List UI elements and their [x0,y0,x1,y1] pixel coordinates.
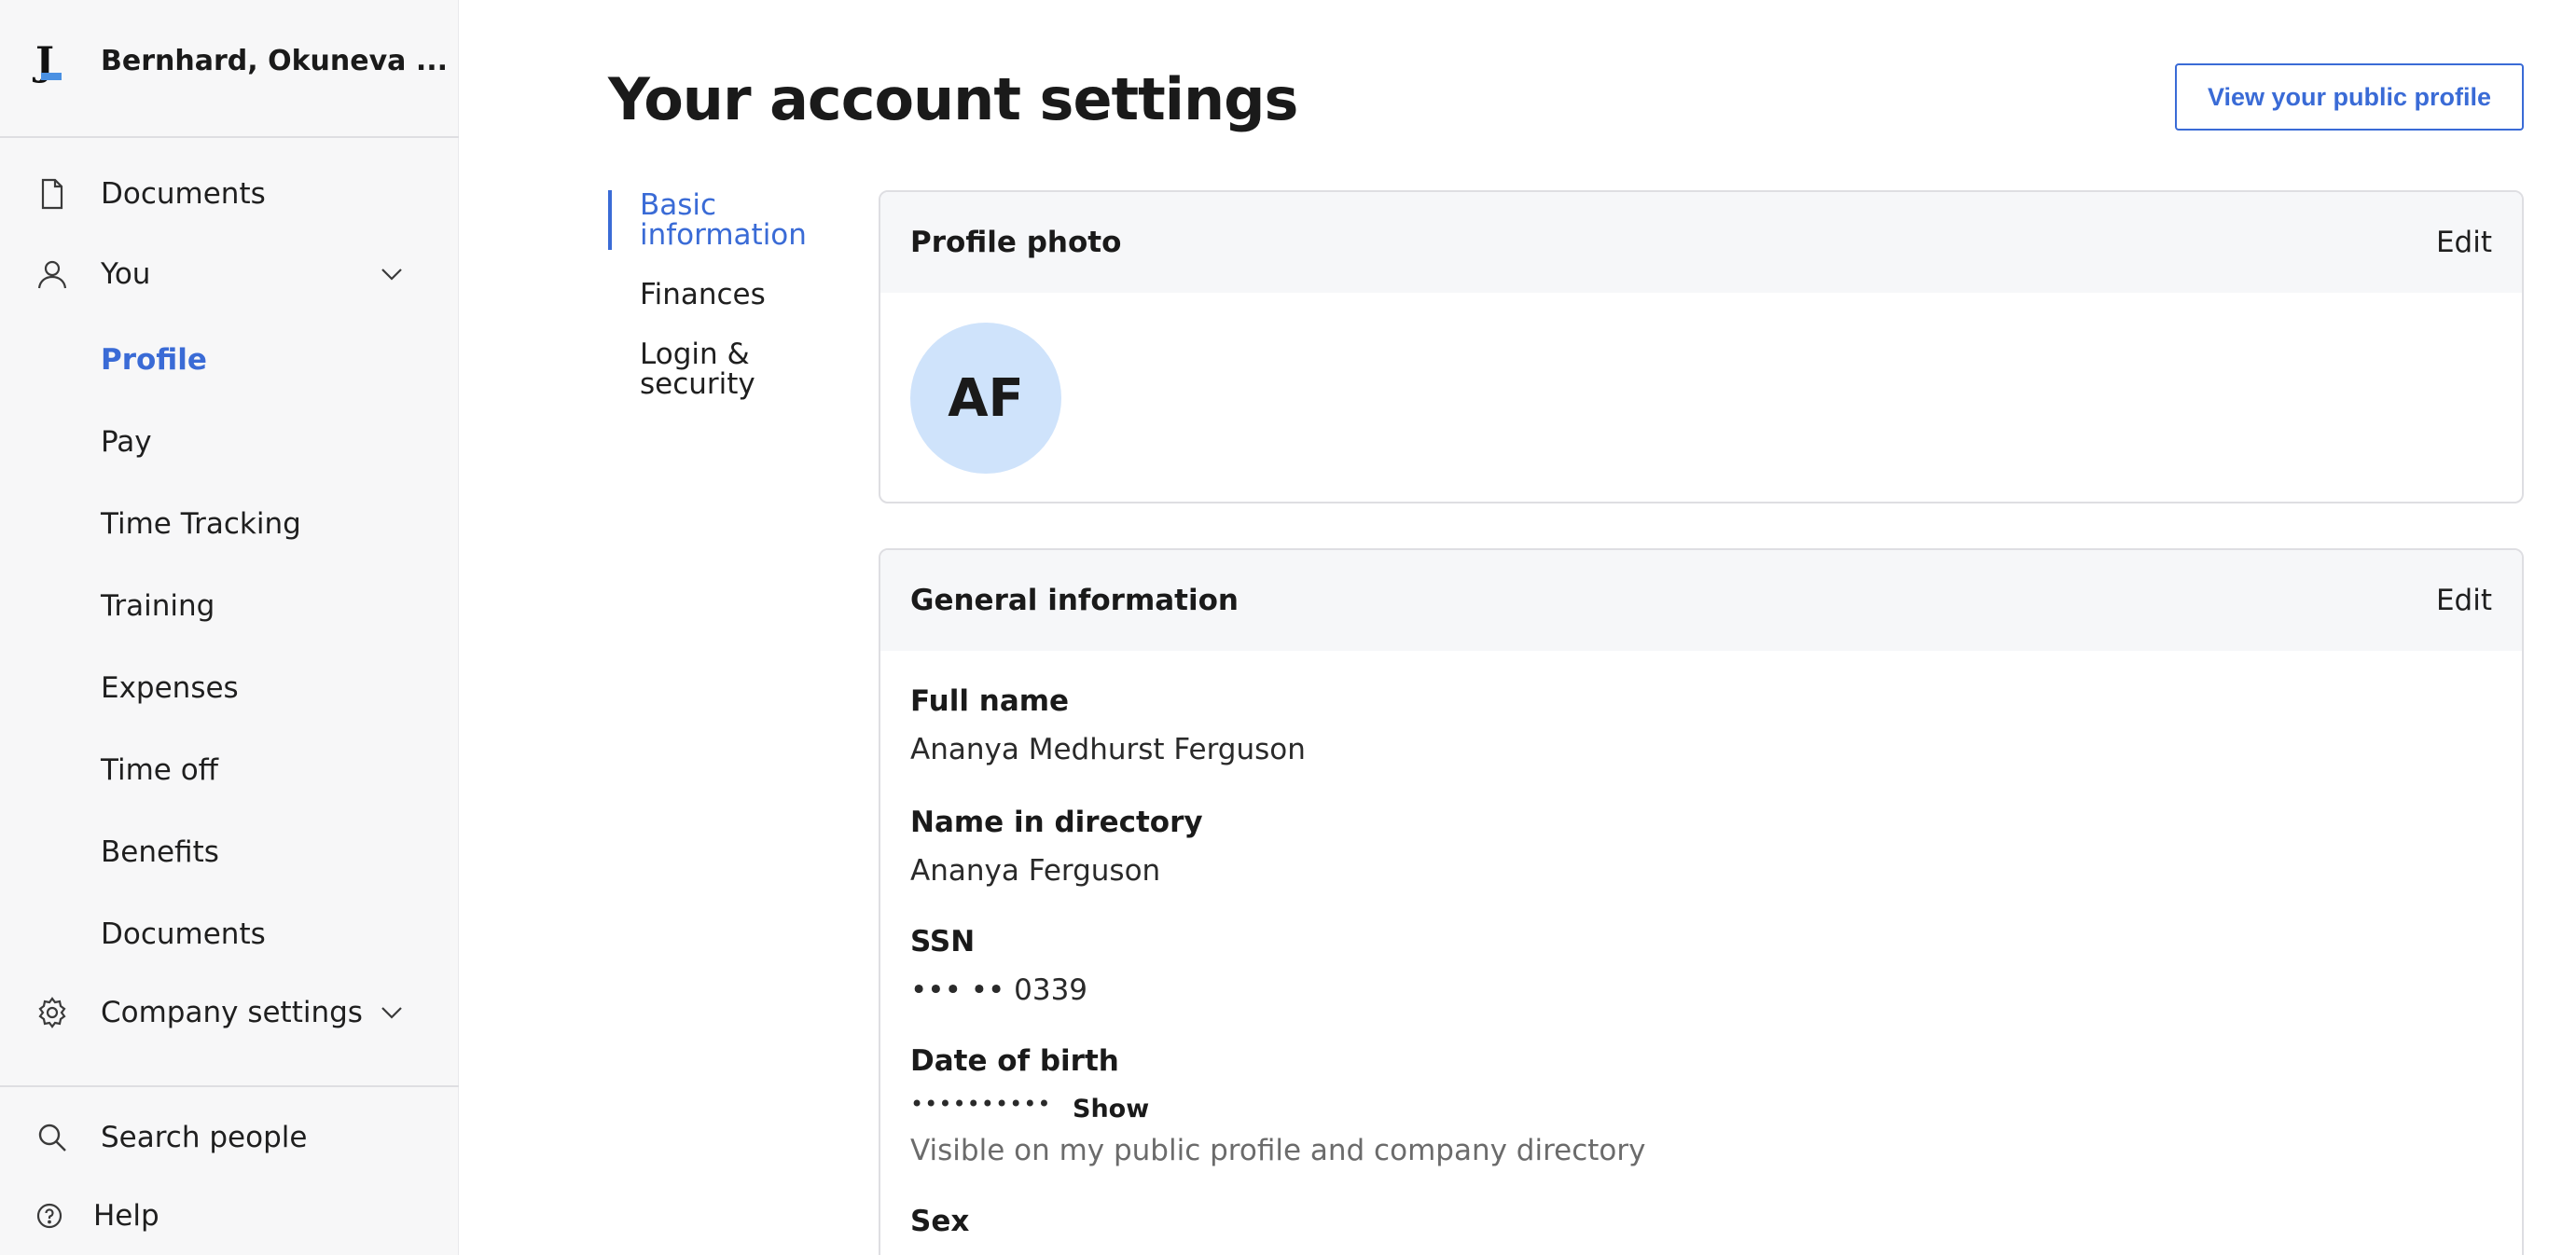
date-of-birth-value: •••••••••• [910,1091,1052,1117]
sidebar-subitem-pay[interactable]: Pay [101,414,152,470]
sidebar-subitem-profile[interactable]: Profile [101,332,207,388]
sidebar-item-company-settings[interactable]: Company settings [0,979,459,1046]
full-name-value: Ananya Medhurst Ferguson [910,733,1306,766]
subnav-basic-information[interactable]: Basic information [640,190,807,250]
sidebar-subitem-time-tracking[interactable]: Time Tracking [101,496,301,552]
card-header: General information Edit [880,550,2522,651]
logo-accent-bar [41,73,62,80]
ssn-label: SSN [910,925,976,958]
sidebar-item-documents[interactable]: Documents [0,160,459,228]
sidebar-item-help[interactable]: Help [0,1182,459,1249]
card-header: Profile photo Edit [880,192,2522,293]
date-of-birth-visibility-note: Visible on my public profile and company… [910,1134,1646,1167]
general-information-card: General information Edit Full name Anany… [879,548,2524,1255]
sidebar-subitem-time-off[interactable]: Time off [101,742,218,798]
sidebar-subitem-expenses[interactable]: Expenses [101,660,239,716]
help-icon [35,1202,63,1230]
directory-name-label: Name in directory [910,806,1203,839]
sidebar-subitem-training[interactable]: Training [101,578,215,634]
sidebar-item-label: Search people [101,1121,308,1154]
subnav-active-indicator [608,190,612,250]
subnav-finances[interactable]: Finances [640,280,766,310]
avatar: AF [910,323,1061,474]
gear-icon [35,996,69,1029]
app-root: J Bernhard, Okuneva ... Documents You Pr… [0,0,2576,1255]
person-icon [35,257,69,291]
sidebar: J Bernhard, Okuneva ... Documents You Pr… [0,0,459,1255]
sidebar-item-label: Company settings [101,996,363,1029]
sidebar-divider [0,1085,459,1087]
company-switcher[interactable]: J Bernhard, Okuneva ... [0,0,459,138]
subnav-login-security[interactable]: Login & security [640,339,755,399]
card-title: Profile photo [910,226,1122,259]
sidebar-item-you[interactable]: You [0,241,459,308]
edit-general-information-button[interactable]: Edit [2436,584,2492,617]
profile-photo-card: Profile photo Edit AF [879,190,2524,503]
view-public-profile-button[interactable]: View your public profile [2175,63,2524,131]
sidebar-subitem-documents[interactable]: Documents [101,906,266,962]
edit-profile-photo-button[interactable]: Edit [2436,226,2492,259]
chevron-down-icon[interactable] [377,259,407,289]
full-name-label: Full name [910,684,1070,718]
directory-name-value: Ananya Ferguson [910,854,1161,888]
search-icon [35,1121,69,1154]
sidebar-subitem-benefits[interactable]: Benefits [101,824,219,880]
ssn-value: ••• •• 0339 [910,973,1088,1007]
chevron-down-icon[interactable] [377,998,407,1027]
sex-label: Sex [910,1205,970,1238]
date-of-birth-label: Date of birth [910,1044,1119,1078]
sidebar-item-label: Help [93,1199,159,1233]
sidebar-item-search-people[interactable]: Search people [0,1104,459,1171]
page-title: Your account settings [608,65,1298,133]
sidebar-item-label: Documents [101,177,266,211]
sidebar-item-label: You [101,257,151,291]
document-icon [35,177,69,211]
company-name: Bernhard, Okuneva ... [101,45,449,77]
show-date-of-birth-button[interactable]: Show [1073,1095,1149,1124]
card-title: General information [910,584,1239,617]
